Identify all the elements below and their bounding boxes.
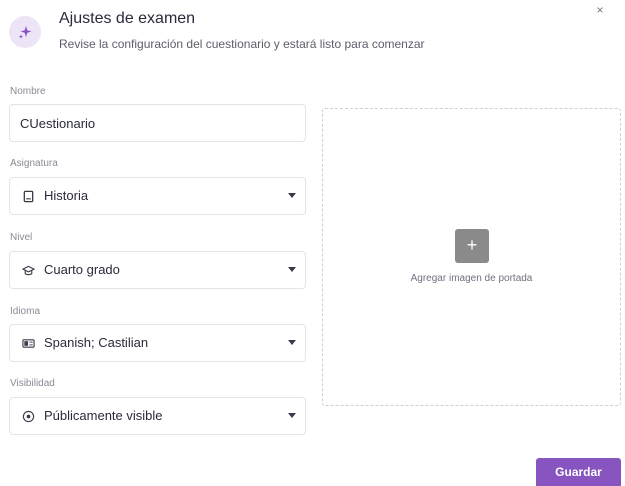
sparkle-icon <box>9 16 41 48</box>
eye-icon <box>21 409 35 423</box>
save-button[interactable]: Guardar <box>536 458 621 486</box>
subject-value: Historia <box>44 188 89 203</box>
add-image-button[interactable]: + <box>455 229 489 263</box>
dialog-title: Ajustes de examen <box>59 10 196 27</box>
chevron-down-icon <box>288 267 296 272</box>
visibility-label: Visibilidad <box>10 378 55 389</box>
grade-select[interactable]: Cuarto grado <box>9 251 306 289</box>
name-label: Nombre <box>10 86 46 97</box>
visibility-select[interactable]: Públicamente visible <box>9 397 306 435</box>
cover-image-dropzone[interactable]: + Agregar imagen de portada <box>322 108 621 406</box>
language-value: Spanish; Castilian <box>44 335 149 350</box>
grade-value: Cuarto grado <box>44 262 120 277</box>
chevron-down-icon <box>288 193 296 198</box>
chevron-down-icon <box>288 340 296 345</box>
visibility-value: Públicamente visible <box>44 408 163 423</box>
subject-select[interactable]: Historia <box>9 177 306 215</box>
graduation-cap-icon <box>21 263 35 277</box>
close-button[interactable]: × <box>592 2 608 18</box>
subject-label: Asignatura <box>10 158 58 169</box>
cover-image-label: Agregar imagen de portada <box>410 273 533 284</box>
dialog-subtitle: Revise la configuración del cuestionario… <box>59 37 425 51</box>
language-card-icon <box>21 336 35 350</box>
plus-icon[interactable]: + <box>467 235 478 255</box>
language-label: Idioma <box>10 306 41 317</box>
chevron-down-icon <box>288 413 296 418</box>
close-icon[interactable]: × <box>596 3 603 17</box>
grade-label: Nivel <box>10 232 33 243</box>
book-icon <box>21 189 35 203</box>
quiz-settings-dialog: × Ajustes de examen Revise la configurac… <box>0 0 625 486</box>
language-select[interactable]: Spanish; Castilian <box>9 324 306 362</box>
name-input[interactable] <box>9 104 306 142</box>
